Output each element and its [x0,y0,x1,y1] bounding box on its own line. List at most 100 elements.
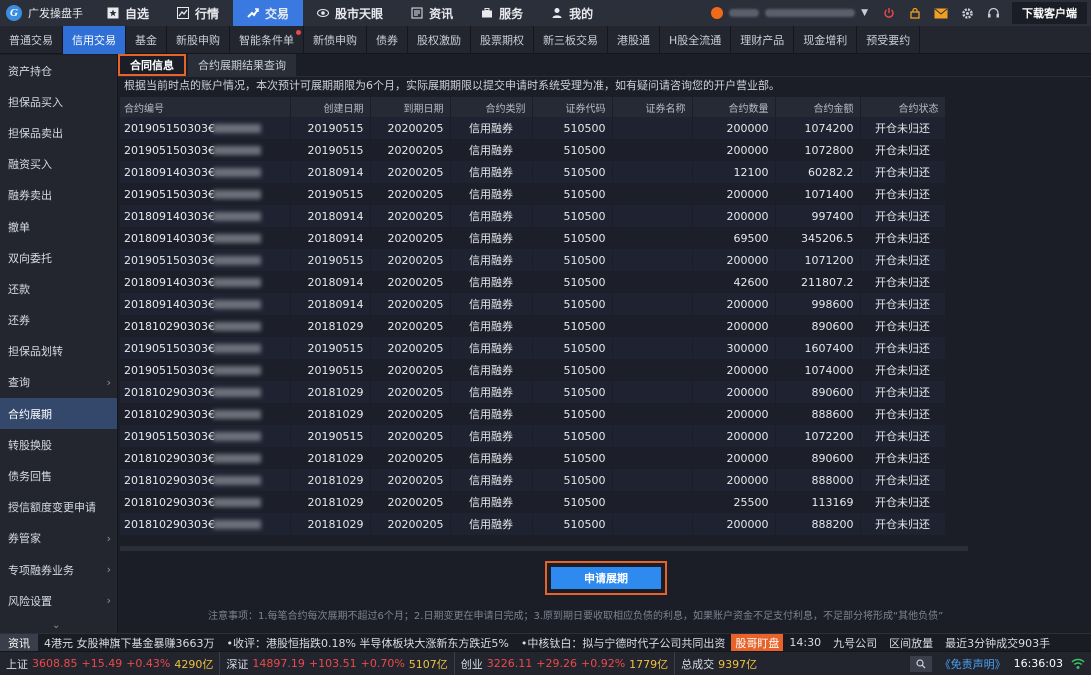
subnav-ipo[interactable]: 新股申购 [167,26,230,54]
subnav-options[interactable]: 股票期权 [471,26,534,54]
nav-sky-eye[interactable]: 股市天眼 [303,0,397,26]
disclaimer-link[interactable]: 《免责声明》 [940,656,1006,672]
search-icon[interactable] [909,655,932,672]
table-row[interactable]: 201905150303€ 20190515 20200205 信用融券 510500 2… [120,117,946,139]
table-row[interactable]: 201810290303€ 20181029 20200205 信用融券 510500 2… [120,315,946,337]
table-row[interactable]: 201905150303€ 20190515 20200205 信用融券 510500 2… [120,425,946,447]
table-row[interactable]: 201809140303€ 20180914 20200205 信用融券 510500 4… [120,271,946,293]
contract-id: 201905150303€ [124,121,215,135]
apply-extension-button[interactable]: 申请展期 [551,567,661,589]
subnav-bond[interactable]: 债券 [367,26,408,54]
nav-trade[interactable]: 交易 [233,0,304,26]
table-row[interactable]: 201905150303€ 20190515 20200205 信用融券 510500 2… [120,359,946,381]
sidebar-item[interactable]: 查询 › [0,367,117,398]
subnav-credit-trade[interactable]: 信用交易 [63,26,126,54]
table-row[interactable]: 201905150303€ 20190515 20200205 信用融券 510500 2… [120,139,946,161]
subnav-smart-order[interactable]: 智能条件单 [230,26,304,54]
sidebar-item[interactable]: 融券卖出 [0,180,117,211]
power-icon[interactable] [876,0,902,26]
table-cell: 201809140303€ [120,293,291,315]
watch-badge[interactable]: 股哥盯盘 [731,634,784,651]
sidebar-item[interactable]: 担保品卖出 [0,117,117,148]
sidebar-item[interactable]: 还券 [0,305,117,336]
gear-icon[interactable] [954,0,980,26]
table-row[interactable]: 201905150303€ 20190515 20200205 信用融券 510500 2… [120,183,946,205]
account-selector[interactable]: ▼ [703,7,876,19]
sidebar-item[interactable]: 债务回售 [0,460,117,491]
sidebar-item[interactable]: 专项融券业务 › [0,554,117,585]
sidebar-item[interactable]: 担保品买入 [0,86,117,117]
tab-contract-info[interactable]: 合同信息 [118,54,186,76]
table-cell: 510500 [532,117,613,139]
sidebar-item[interactable]: 合约展期 [0,398,117,430]
sidebar-item[interactable]: 资产持仓 [0,55,117,86]
ticker-label[interactable]: 资讯 [0,634,38,651]
table-row[interactable]: 201905150303€ 20190515 20200205 信用融券 510500 3… [120,337,946,359]
table-row[interactable]: 201810290303€ 20181029 20200205 信用融券 510500 2… [120,491,946,513]
subnav-fund[interactable]: 基金 [126,26,167,54]
column-header[interactable]: 创建日期 [290,97,371,117]
nav-news[interactable]: 资讯 [397,0,467,26]
subnav-bond-ipo[interactable]: 新债申购 [304,26,367,54]
sidebar-item[interactable]: 还款 [0,273,117,304]
sidebar-item[interactable]: 融资买入 [0,149,117,180]
subnav-normal-trade[interactable]: 普通交易 [0,26,63,54]
ticker-item[interactable]: •中核钛白：拟与宁德时代子公司共同出资 [515,635,732,651]
horizontal-scrollbar[interactable] [120,546,968,551]
mail-icon[interactable] [928,0,954,26]
table-row[interactable]: 201810290303€ 20181029 20200205 信用融券 510500 2… [120,447,946,469]
column-header[interactable]: 合约编号 [120,97,291,117]
subnav-equity-incentive[interactable]: 股权激励 [408,26,471,54]
column-header[interactable]: 合约数量 [692,97,776,117]
index-change: +103.51 [308,657,357,670]
table-row[interactable]: 201809140303€ 20180914 20200205 信用融券 510500 6… [120,227,946,249]
index-shenzhen[interactable]: 深证 14897.19 +103.51 +0.70% 5107亿 [220,651,455,675]
sidebar-item[interactable]: 撤单 [0,211,117,242]
subnav-neeq[interactable]: 新三板交易 [534,26,608,54]
download-client-button[interactable]: 下载客户端 [1012,2,1087,24]
index-chinext[interactable]: 创业 3226.11 +29.26 +0.92% 1779亿 [455,651,676,675]
subnav-h-share[interactable]: H股全流通 [660,26,732,54]
column-header[interactable]: 合约金额 [775,97,861,117]
table-row[interactable]: 201809140303€ 20180914 20200205 信用融券 510500 2… [120,293,946,315]
table-row[interactable]: 201810290303€ 20181029 20200205 信用融券 510500 2… [120,513,946,535]
nav-market[interactable]: 行情 [163,0,233,26]
sidebar-item[interactable]: 风险设置 › [0,585,117,616]
sidebar-item[interactable]: 授信额度变更申请 [0,492,117,523]
sidebar-item[interactable]: 担保品划转 [0,336,117,367]
nav-watchlist[interactable]: 自选 [93,0,163,26]
chevron-down-icon[interactable]: ⌄ [52,620,60,631]
ticker-item[interactable]: 4港元 女股神旗下基金暴赚3663万 [38,635,221,651]
table-cell: 20190515 [290,183,371,205]
nav-service[interactable]: 服务 [467,0,537,26]
table-row[interactable]: 201810290303€ 20181029 20200205 信用融券 510500 2… [120,381,946,403]
headset-icon[interactable] [980,0,1006,26]
ticker-item[interactable]: •收评：港股恒指跌0.18% 半导体板块大涨新东方跌近5% [221,635,515,651]
table-cell: 510500 [532,271,613,293]
table-cell: 201905150303€ [120,359,291,381]
column-header[interactable]: 到期日期 [370,97,451,117]
lock-icon[interactable] [902,0,928,26]
subnav-hk-connect[interactable]: 港股通 [608,26,660,54]
table-row[interactable]: 201810290303€ 20181029 20200205 信用融券 510500 2… [120,403,946,425]
column-header[interactable]: 证券名称 [612,97,693,117]
table-cell: 42600 [692,271,776,293]
table-row[interactable]: 201905150303€ 20190515 20200205 信用融券 510500 2… [120,249,946,271]
table-row[interactable]: 201809140303€ 20180914 20200205 信用融券 510500 1… [120,161,946,183]
subnav-wealth[interactable]: 理财产品 [731,26,795,54]
subnav-cash-plus[interactable]: 现金增利 [794,26,858,54]
sidebar-item[interactable]: 券管家 › [0,523,117,554]
column-header[interactable]: 合约状态 [860,97,946,117]
ticker-company[interactable]: 九号公司 [827,635,883,651]
nav-mine[interactable]: 我的 [537,0,607,26]
column-header[interactable]: 合约类别 [450,97,533,117]
subnav-tender-offer[interactable]: 预受要约 [857,26,921,54]
column-header[interactable]: 证券代码 [532,97,613,117]
sidebar-item[interactable]: 双向委托 [0,242,117,273]
tab-extension-results[interactable]: 合约展期结果查询 [188,54,296,76]
index-shanghai[interactable]: 上证 3608.85 +15.49 +0.43% 4290亿 [0,651,221,675]
table-row[interactable]: 201809140303€ 20180914 20200205 信用融券 510500 2… [120,205,946,227]
table-row[interactable]: 201810290303€ 20181029 20200205 信用融券 510500 2… [120,469,946,491]
sidebar-item[interactable]: 转股换股 [0,429,117,460]
table-cell: 201905150303€ [120,183,291,205]
